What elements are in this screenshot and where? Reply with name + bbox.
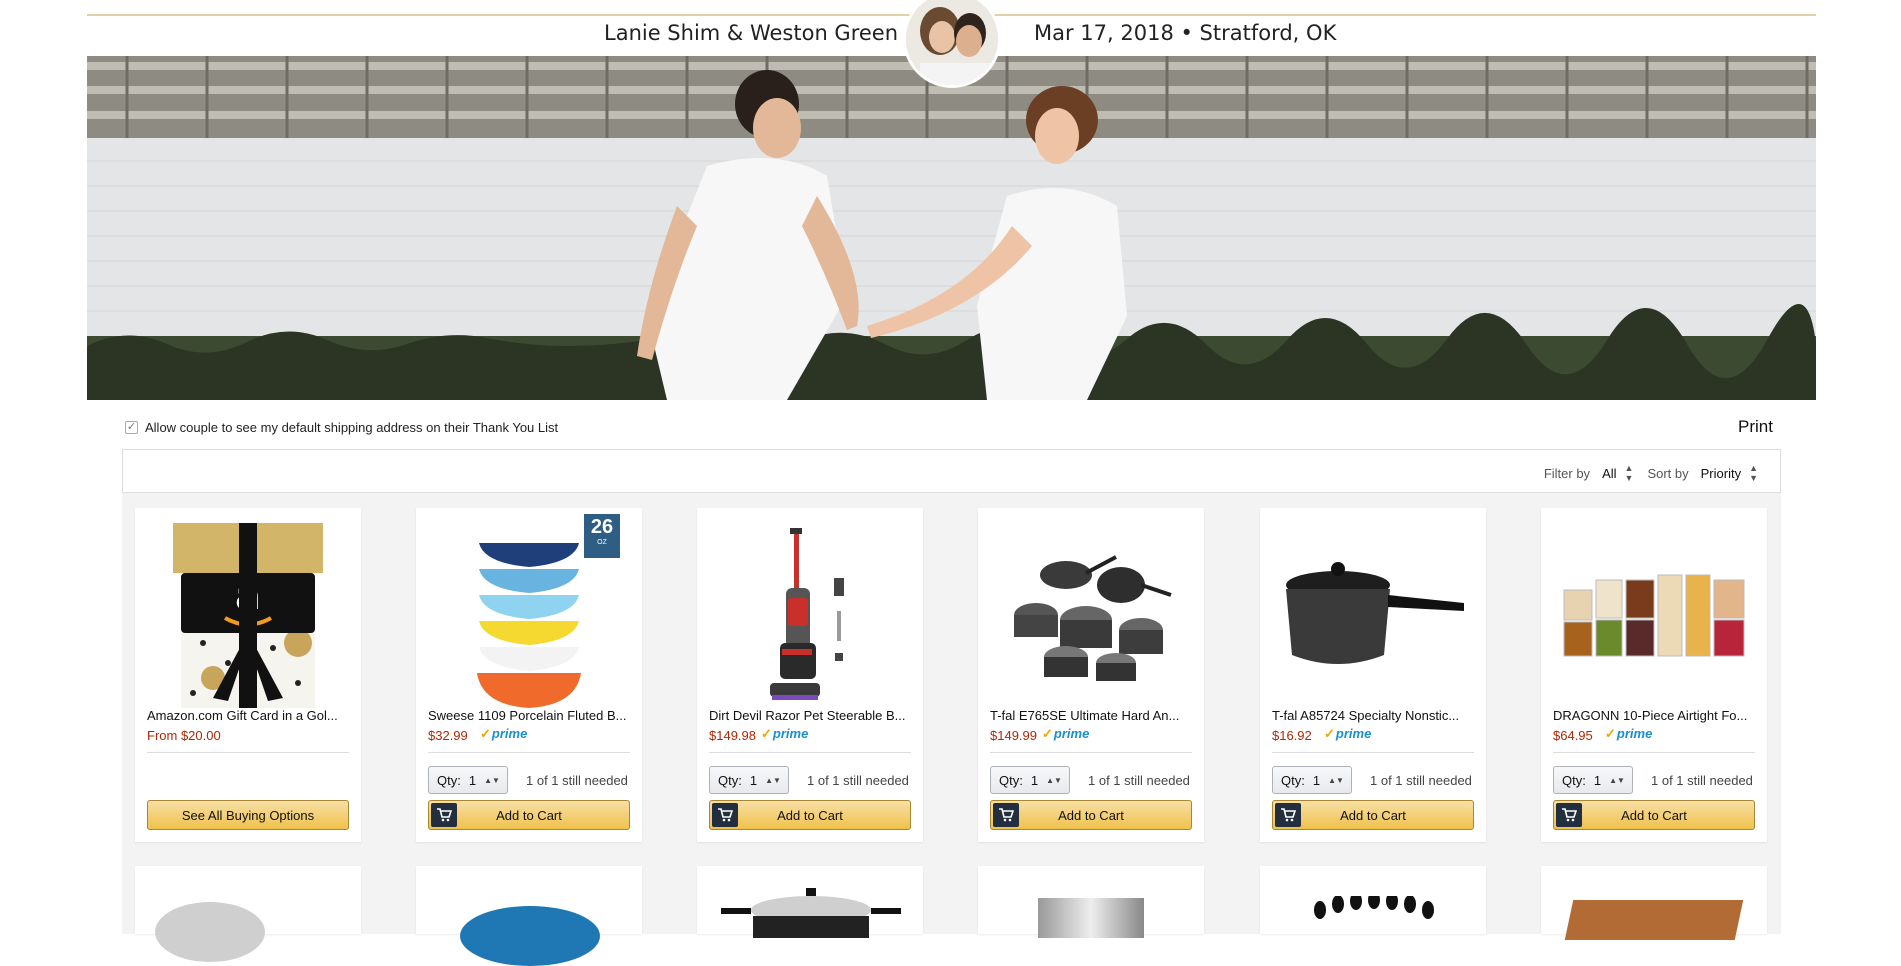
quantity-select[interactable]: Qty: 1 ▲▼: [428, 766, 508, 794]
prime-badge: ✓prime: [1324, 726, 1372, 741]
filter-bar: Filter by All ▲ ▼ Sort by Priority ▲ ▼: [122, 449, 1781, 493]
date-location: Mar 17, 2018 • Stratford, OK: [1034, 21, 1337, 45]
dutch-oven-icon[interactable]: [460, 906, 600, 966]
needed-count: 1 of 1 still needed: [526, 773, 628, 788]
saucepan-icon[interactable]: [1272, 516, 1474, 714]
needed-count: 1 of 1 still needed: [1651, 773, 1753, 788]
see-all-buying-options-button[interactable]: See All Buying Options: [147, 800, 349, 830]
prime-badge: ✓prime: [1605, 726, 1653, 741]
needed-count: 1 of 1 still needed: [1370, 773, 1472, 788]
divider: [1553, 752, 1755, 753]
divider: [147, 752, 349, 753]
needed-count: 1 of 1 still needed: [807, 773, 909, 788]
cart-icon: [431, 803, 457, 827]
product-card: [1260, 866, 1486, 934]
product-price: $32.99: [428, 728, 468, 743]
product-card: DRAGONN 10-Piece Airtight Fo... $64.95 ✓…: [1541, 508, 1767, 842]
product-card: [978, 866, 1204, 938]
product-title[interactable]: T-fal A85724 Specialty Nonstic...: [1272, 708, 1474, 723]
product-price: $149.98: [709, 728, 756, 743]
add-to-cart-button[interactable]: Add to Cart: [990, 800, 1192, 830]
divider: [428, 752, 630, 753]
divider: [1272, 752, 1474, 753]
quantity-select[interactable]: Qty: 1 ▲▼: [1272, 766, 1352, 794]
product-title[interactable]: Sweese 1109 Porcelain Fluted B...: [428, 708, 630, 723]
product-card: a Amazon.com Gift Card in a Gol... From …: [135, 508, 361, 842]
product-card: T-fal E765SE Ultimate Hard An... $149.99…: [978, 508, 1204, 842]
product-card: T-fal A85724 Specialty Nonstic... $16.92…: [1260, 508, 1486, 842]
gift-card-icon[interactable]: a: [147, 516, 349, 714]
quantity-select[interactable]: Qty: 1 ▲▼: [990, 766, 1070, 794]
cart-icon: [712, 803, 738, 827]
add-to-cart-button[interactable]: Add to Cart: [1553, 800, 1755, 830]
utensil-set-icon[interactable]: [1300, 891, 1450, 936]
containers-icon[interactable]: [1553, 516, 1755, 714]
prime-badge: ✓prime: [1042, 726, 1090, 741]
product-card: [416, 866, 642, 966]
quantity-select[interactable]: Qty: 1 ▲▼: [709, 766, 789, 794]
plate-icon[interactable]: [155, 902, 265, 962]
sort-chevron-icon: ▲ ▼: [1749, 463, 1758, 483]
product-card: 26 OZ Sweese 1109 Porcelain Fluted B... $…: [416, 508, 642, 842]
prime-badge: ✓prime: [480, 726, 528, 741]
product-title[interactable]: DRAGONN 10-Piece Airtight Fo...: [1553, 708, 1755, 723]
allow-address-option[interactable]: ✓ Allow couple to see my default shippin…: [125, 420, 558, 435]
stockpot-icon[interactable]: [721, 888, 901, 938]
product-card: [135, 866, 361, 962]
product-grid: [122, 493, 1781, 934]
sort-select[interactable]: Priority: [1701, 466, 1741, 481]
product-price: $64.95: [1553, 728, 1593, 743]
vacuum-icon[interactable]: [709, 516, 911, 714]
capacity-badge: 26 OZ: [584, 514, 620, 558]
needed-count: 1 of 1 still needed: [1088, 773, 1190, 788]
print-link[interactable]: Print: [1738, 417, 1773, 437]
add-to-cart-button[interactable]: Add to Cart: [709, 800, 911, 830]
add-to-cart-button[interactable]: Add to Cart: [428, 800, 630, 830]
filter-chevron-icon: ▲ ▼: [1624, 463, 1634, 483]
product-card: Dirt Devil Razor Pet Steerable B... $149…: [697, 508, 923, 842]
drawer-organizer-icon[interactable]: [1564, 900, 1744, 940]
cart-icon: [993, 803, 1019, 827]
prime-badge: ✓prime: [761, 726, 809, 741]
cart-icon: [1556, 803, 1582, 827]
sort-by-label: Sort by: [1647, 465, 1689, 481]
allow-address-label: Allow couple to see my default shipping …: [145, 420, 559, 435]
quantity-select[interactable]: Qty: 1 ▲▼: [1553, 766, 1633, 794]
couple-names: Lanie Shim & Weston Green: [604, 21, 899, 45]
cart-icon: [1275, 803, 1301, 827]
filter-select[interactable]: All: [1602, 466, 1616, 481]
product-title[interactable]: Amazon.com Gift Card in a Gol...: [147, 708, 349, 723]
product-price: $16.92: [1272, 728, 1312, 743]
product-card: [697, 866, 923, 938]
hero-photo: [87, 56, 1816, 400]
add-to-cart-button[interactable]: Add to Cart: [1272, 800, 1474, 830]
product-title[interactable]: T-fal E765SE Ultimate Hard An...: [990, 708, 1192, 723]
product-card: [1541, 866, 1767, 940]
canister-icon[interactable]: [1038, 898, 1144, 938]
divider: [990, 752, 1192, 753]
filter-by-label: Filter by: [1543, 465, 1591, 481]
divider: [709, 752, 911, 753]
cookware-set-icon[interactable]: [990, 516, 1192, 714]
product-title[interactable]: Dirt Devil Razor Pet Steerable B...: [709, 708, 911, 723]
product-price: From $20.00: [147, 728, 221, 743]
allow-address-checkbox[interactable]: ✓: [125, 421, 138, 434]
product-price: $149.99: [990, 728, 1037, 743]
